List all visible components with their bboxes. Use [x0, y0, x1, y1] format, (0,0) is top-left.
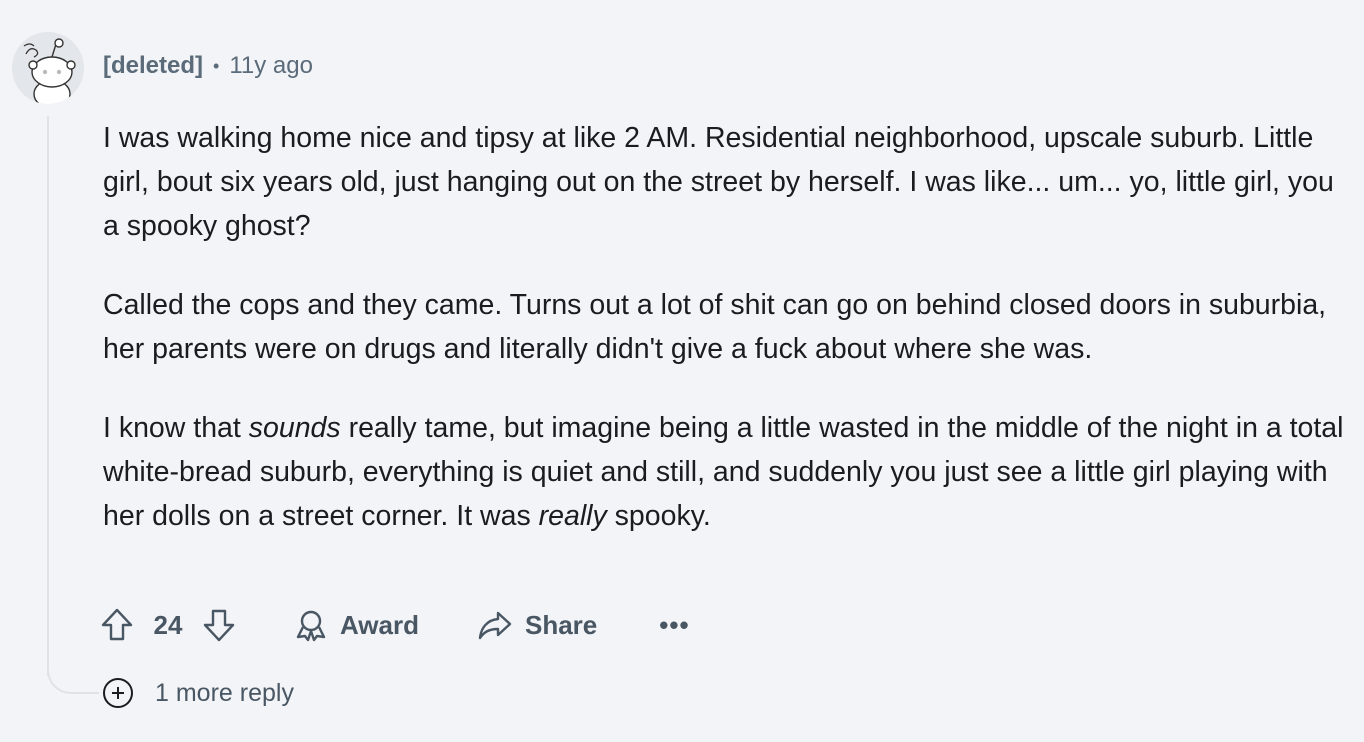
- author-name[interactable]: [deleted]: [103, 52, 203, 80]
- comment-paragraph: I was walking home nice and tipsy at lik…: [103, 122, 1334, 242]
- upvote-arrow-icon[interactable]: [100, 607, 134, 643]
- meta-separator: •: [213, 55, 220, 76]
- avatar[interactable]: [12, 32, 84, 104]
- award-button[interactable]: Award: [294, 608, 419, 642]
- comment-meta: [deleted] • 11y ago: [103, 52, 313, 80]
- thread-elbow: [47, 648, 99, 694]
- more-replies-button[interactable]: 1 more reply: [103, 678, 294, 708]
- paragraph-text: I know that: [103, 412, 249, 444]
- share-button[interactable]: Share: [477, 609, 597, 641]
- award-label: Award: [340, 609, 419, 640]
- emphasis-text: really: [538, 500, 607, 532]
- emphasis-text: sounds: [248, 412, 341, 444]
- comment-paragraph: Called the cops and they came. Turns out…: [103, 289, 1327, 365]
- share-arrow-icon: [477, 609, 513, 641]
- comment-paragraph: I know that sounds really tame, but imag…: [103, 406, 1353, 538]
- comment-age[interactable]: 11y ago: [229, 52, 313, 80]
- more-replies-label: 1 more reply: [155, 678, 294, 707]
- plus-circle-icon: [103, 678, 133, 708]
- award-ribbon-icon: [294, 608, 328, 642]
- vote-score: 24: [153, 609, 183, 640]
- comment-body: I was walking home nice and tipsy at lik…: [103, 116, 1353, 573]
- downvote-arrow-icon[interactable]: [202, 607, 236, 643]
- thread-line[interactable]: [47, 116, 49, 676]
- paragraph-text: spooky.: [606, 500, 711, 532]
- vote-controls: 24: [100, 607, 236, 643]
- comment-actions: 24 Award Share •••: [100, 602, 690, 648]
- snoo-avatar-icon: [12, 32, 84, 104]
- share-label: Share: [525, 609, 598, 640]
- more-options-button[interactable]: •••: [659, 610, 689, 641]
